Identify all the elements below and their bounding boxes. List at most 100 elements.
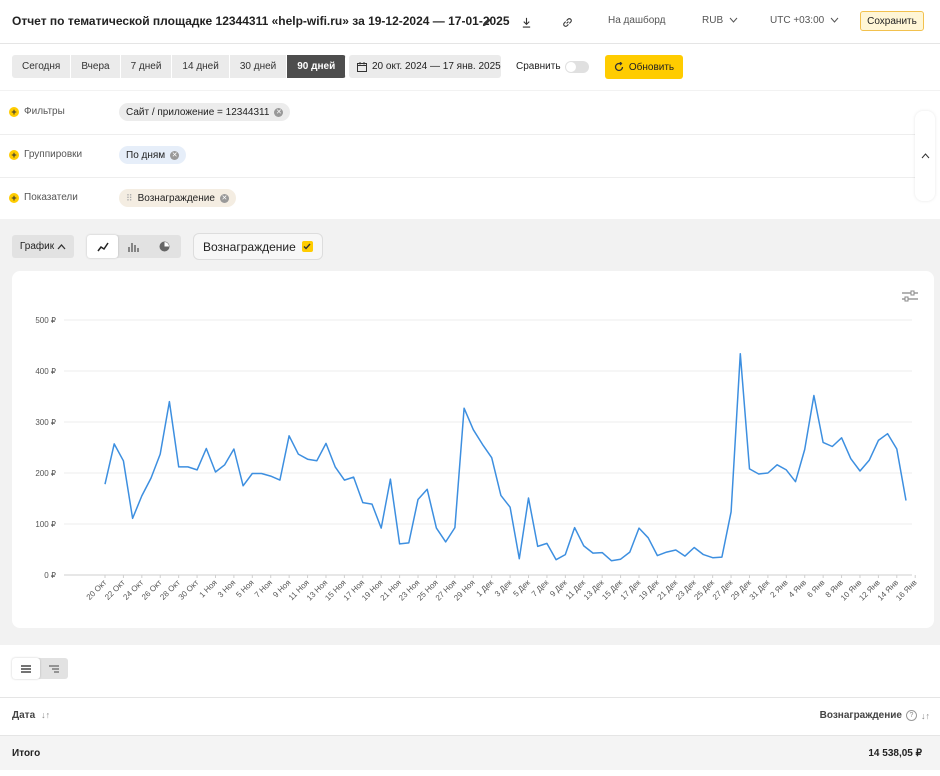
data-point[interactable] bbox=[857, 468, 862, 473]
data-point[interactable] bbox=[554, 557, 559, 562]
data-point[interactable] bbox=[112, 441, 117, 446]
data-point[interactable] bbox=[876, 438, 881, 443]
period-button[interactable]: 30 дней bbox=[229, 55, 288, 78]
data-point[interactable] bbox=[471, 427, 476, 432]
filter-chip[interactable]: Сайт / приложение = 12344311 ✕ bbox=[119, 103, 291, 121]
data-point[interactable] bbox=[775, 462, 780, 467]
data-point[interactable] bbox=[692, 545, 697, 550]
data-point[interactable] bbox=[452, 525, 457, 530]
data-point[interactable] bbox=[397, 541, 402, 546]
data-point[interactable] bbox=[765, 471, 770, 476]
data-point[interactable] bbox=[158, 452, 163, 457]
metrics-label[interactable]: Показатели bbox=[24, 192, 78, 203]
data-point[interactable] bbox=[729, 509, 734, 514]
flat-view-button[interactable] bbox=[12, 658, 40, 679]
period-button[interactable]: 90 дней bbox=[287, 55, 347, 78]
refresh-button[interactable]: Обновить bbox=[605, 55, 683, 79]
close-icon[interactable]: ✕ bbox=[170, 150, 180, 160]
period-button[interactable]: Вчера bbox=[71, 55, 121, 78]
data-point[interactable] bbox=[655, 553, 660, 558]
data-point[interactable] bbox=[572, 525, 577, 530]
data-point[interactable] bbox=[867, 458, 872, 463]
data-point[interactable] bbox=[287, 433, 292, 438]
sort-icon[interactable]: ↓↑ bbox=[41, 710, 50, 720]
data-point[interactable] bbox=[904, 498, 909, 503]
data-point[interactable] bbox=[268, 474, 273, 479]
data-point[interactable] bbox=[185, 464, 190, 469]
add-filter-icon[interactable]: + bbox=[9, 107, 19, 117]
data-point[interactable] bbox=[590, 551, 595, 556]
data-point[interactable] bbox=[821, 440, 826, 445]
data-point[interactable] bbox=[149, 476, 154, 481]
data-point[interactable] bbox=[231, 447, 236, 452]
dashboard-link[interactable]: На дашборд bbox=[608, 15, 665, 26]
metric-legend-toggle[interactable]: Вознаграждение bbox=[193, 233, 323, 260]
data-point[interactable] bbox=[296, 452, 301, 457]
data-point[interactable] bbox=[241, 483, 246, 488]
data-point[interactable] bbox=[167, 399, 172, 404]
data-point[interactable] bbox=[627, 550, 632, 555]
period-button[interactable]: Сегодня bbox=[12, 55, 72, 78]
metric-chip[interactable]: ⠿ Вознаграждение ✕ bbox=[119, 189, 236, 207]
data-point[interactable] bbox=[360, 500, 365, 505]
data-point[interactable] bbox=[784, 467, 789, 472]
groupings-label[interactable]: Группировки bbox=[24, 149, 82, 160]
download-icon[interactable] bbox=[518, 14, 534, 30]
data-point[interactable] bbox=[416, 497, 421, 502]
filters-label[interactable]: Фильтры bbox=[24, 106, 65, 117]
data-point[interactable] bbox=[637, 526, 642, 531]
currency-select[interactable]: RUB bbox=[702, 15, 738, 26]
help-icon[interactable]: ? bbox=[906, 710, 917, 721]
data-point[interactable] bbox=[314, 458, 319, 463]
data-point[interactable] bbox=[701, 552, 706, 557]
data-point[interactable] bbox=[489, 455, 494, 460]
tree-view-button[interactable] bbox=[40, 658, 68, 679]
data-point[interactable] bbox=[802, 447, 807, 452]
data-point[interactable] bbox=[600, 550, 605, 555]
close-icon[interactable]: ✕ bbox=[274, 107, 284, 117]
line-chart-button[interactable] bbox=[87, 235, 118, 258]
data-point[interactable] bbox=[333, 464, 338, 469]
compare-toggle[interactable] bbox=[565, 61, 589, 73]
collapse-filters-button[interactable] bbox=[915, 111, 935, 201]
data-point[interactable] bbox=[544, 541, 549, 546]
data-point[interactable] bbox=[277, 478, 282, 483]
data-point[interactable] bbox=[462, 406, 467, 411]
data-point[interactable] bbox=[848, 456, 853, 461]
data-point[interactable] bbox=[406, 540, 411, 545]
data-point[interactable] bbox=[103, 482, 108, 487]
data-point[interactable] bbox=[646, 535, 651, 540]
date-range-picker[interactable]: 20 окт. 2024 — 17 янв. 2025 bbox=[349, 55, 501, 78]
data-point[interactable] bbox=[213, 469, 218, 474]
data-point[interactable] bbox=[176, 464, 181, 469]
data-point[interactable] bbox=[839, 435, 844, 440]
add-metric-icon[interactable]: + bbox=[9, 193, 19, 203]
data-point[interactable] bbox=[222, 462, 227, 467]
data-point[interactable] bbox=[480, 442, 485, 447]
data-point[interactable] bbox=[563, 552, 568, 557]
data-point[interactable] bbox=[664, 550, 669, 555]
data-point[interactable] bbox=[609, 558, 614, 563]
bar-chart-button[interactable] bbox=[118, 235, 149, 258]
data-point[interactable] bbox=[443, 539, 448, 544]
data-point[interactable] bbox=[830, 444, 835, 449]
data-point[interactable] bbox=[747, 466, 752, 471]
data-point[interactable] bbox=[710, 555, 715, 560]
data-point[interactable] bbox=[811, 393, 816, 398]
data-point[interactable] bbox=[498, 493, 503, 498]
drag-handle-icon[interactable]: ⠿ bbox=[126, 193, 133, 204]
data-point[interactable] bbox=[581, 543, 586, 548]
data-point[interactable] bbox=[323, 441, 328, 446]
data-point[interactable] bbox=[121, 458, 126, 463]
data-point[interactable] bbox=[756, 472, 761, 477]
data-point[interactable] bbox=[434, 526, 439, 531]
period-button[interactable]: 14 дней bbox=[172, 55, 230, 78]
data-point[interactable] bbox=[342, 478, 347, 483]
data-point[interactable] bbox=[259, 471, 264, 476]
data-point[interactable] bbox=[894, 447, 899, 452]
data-point[interactable] bbox=[305, 457, 310, 462]
data-point[interactable] bbox=[351, 475, 356, 480]
data-point[interactable] bbox=[388, 477, 393, 482]
data-point[interactable] bbox=[130, 516, 135, 521]
data-point[interactable] bbox=[139, 493, 144, 498]
